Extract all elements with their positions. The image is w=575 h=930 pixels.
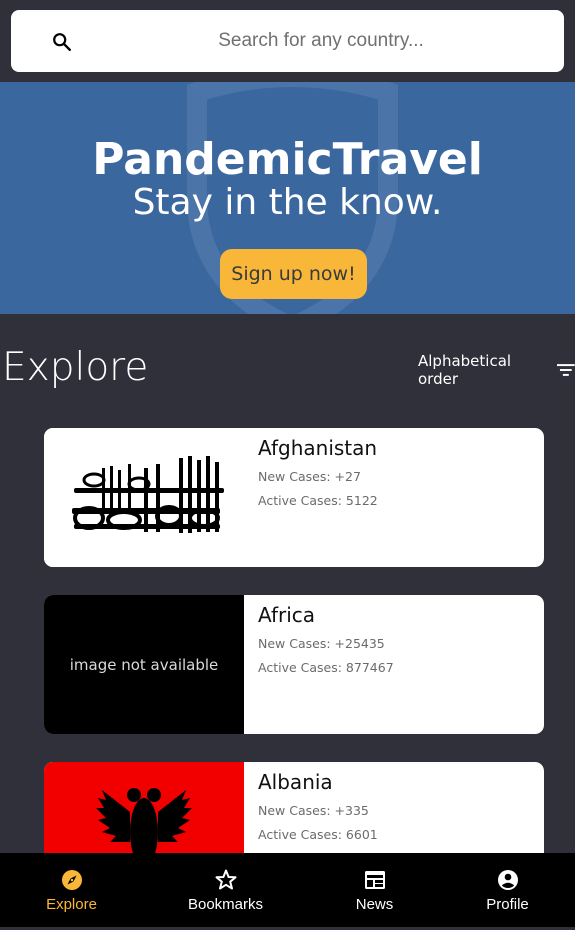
nav-profile-label: Profile [486,896,529,913]
account-circle-icon [497,870,518,890]
country-name: Albania [258,770,333,794]
country-name: Africa [258,603,316,627]
search-input[interactable] [101,24,541,58]
nav-news[interactable]: News [303,853,446,927]
nav-bookmarks-label: Bookmarks [187,896,264,913]
active-cases: Active Cases: 877467 [258,660,394,675]
new-cases: New Cases: +25435 [258,636,385,651]
country-name: Afghanistan [258,436,378,460]
new-cases: New Cases: +27 [258,469,361,484]
afghanistan-flag-image [72,456,224,533]
nav-news-label: News [355,896,394,913]
active-cases: Active Cases: 6601 [258,827,378,842]
sort-label: Alphabetical order [418,352,512,388]
star-icon [215,869,236,890]
search-icon [53,33,71,51]
country-card-africa[interactable]: image not available Africa New Cases: +2… [44,595,544,734]
flag-placeholder: image not available [44,595,244,734]
banner-subtitle: Stay in the know. [132,182,443,223]
search-bar[interactable] [11,10,564,72]
active-cases: Active Cases: 5122 [258,493,378,508]
afghanistan-flag [44,428,244,567]
nav-profile[interactable]: Profile [436,853,575,927]
banner-title: PandemicTravel [92,134,483,185]
compass-icon [61,870,82,890]
sort-icon [557,364,575,376]
promo-banner: PandemicTravel Stay in the know. Sign up… [0,82,575,314]
country-card-afghanistan[interactable]: Afghanistan New Cases: +27 Active Cases:… [44,428,544,567]
nav-explore[interactable]: Explore [0,853,143,927]
nav-explore-label: Explore [46,896,97,913]
search-area [0,0,575,82]
explore-title: Explore [2,345,149,390]
sort-button[interactable]: Alphabetical order [418,352,575,388]
signup-button[interactable]: Sign up now! [220,249,367,299]
flag-unavailable-text: image not available [69,655,219,674]
newspaper-icon [364,871,385,889]
bottom-navigation: Explore Bookmarks News Profile [0,853,575,927]
nav-bookmarks[interactable]: Bookmarks [154,853,297,927]
new-cases: New Cases: +335 [258,803,369,818]
